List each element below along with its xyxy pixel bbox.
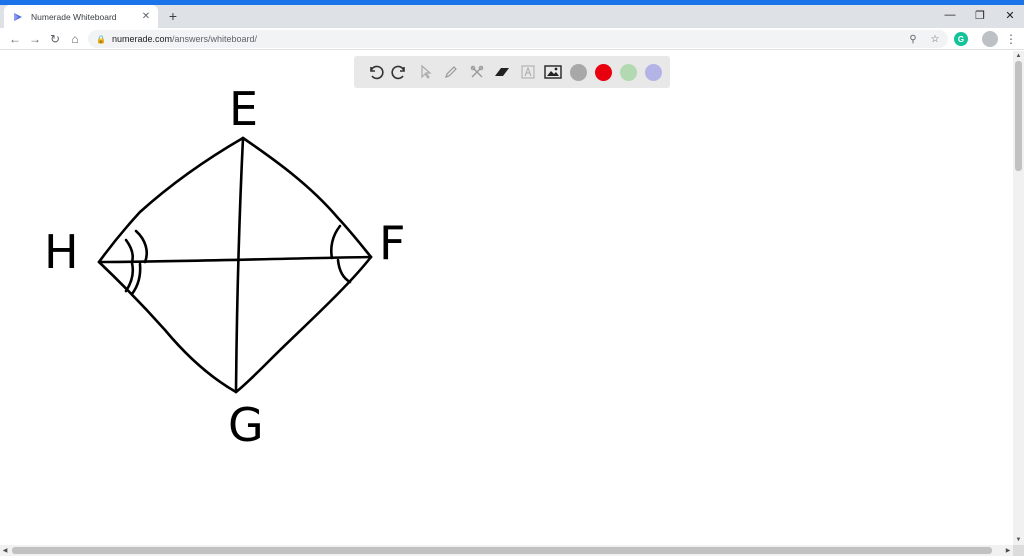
color-swatch-red[interactable] <box>595 63 612 81</box>
url-path: /answers/whiteboard/ <box>172 34 258 44</box>
color-swatch-lavender[interactable] <box>645 63 662 81</box>
color-swatch-gray[interactable] <box>570 63 587 81</box>
horizontal-scrollbar[interactable]: ◀ ▶ <box>0 545 1013 556</box>
image-icon[interactable] <box>541 60 567 84</box>
scroll-up-icon[interactable]: ▲ <box>1013 51 1024 61</box>
zoom-search-icon[interactable]: ⚲ <box>904 30 922 48</box>
vertex-label-e: E <box>229 82 259 136</box>
navigation-bar: ← → ↻ ⌂ 🔒 numerade.com/answers/whiteboar… <box>0 28 1024 50</box>
redo-icon[interactable] <box>388 60 414 84</box>
restore-icon[interactable]: ❐ <box>964 5 996 25</box>
window-close-icon[interactable]: ✕ <box>994 5 1024 25</box>
vertex-label-f: F <box>379 216 406 270</box>
text-icon[interactable] <box>515 60 541 84</box>
vertical-scrollbar[interactable]: ▲ ▼ <box>1013 51 1024 545</box>
scrollbar-corner <box>1013 545 1024 556</box>
new-tab-icon[interactable]: + <box>164 7 182 25</box>
eraser-icon[interactable] <box>490 60 516 84</box>
undo-icon[interactable] <box>362 60 388 84</box>
scroll-left-icon[interactable]: ◀ <box>0 545 10 556</box>
pen-icon[interactable] <box>439 60 465 84</box>
scroll-down-icon[interactable]: ▼ <box>1013 535 1024 545</box>
tab-close-icon[interactable]: ✕ <box>138 9 154 25</box>
reload-icon[interactable]: ↻ <box>46 30 64 48</box>
back-arrow-icon[interactable]: ← <box>6 30 24 48</box>
grammarly-extension-icon[interactable]: G <box>954 32 968 46</box>
lock-icon: 🔒 <box>96 34 106 44</box>
forward-arrow-icon[interactable]: → <box>26 30 44 48</box>
scroll-right-icon[interactable]: ▶ <box>1003 545 1013 556</box>
pointer-icon[interactable] <box>413 60 439 84</box>
horizontal-scroll-thumb[interactable] <box>12 547 992 554</box>
color-swatch-green[interactable] <box>620 63 637 81</box>
whiteboard-canvas[interactable] <box>0 51 1013 545</box>
profile-avatar[interactable] <box>982 31 998 47</box>
address-bar[interactable]: 🔒 numerade.com/answers/whiteboard/ ⚲ ☆ <box>88 30 948 48</box>
vertex-label-g: G <box>228 398 264 452</box>
browser-menu-icon[interactable]: ⋮ <box>1004 30 1018 48</box>
bookmark-star-icon[interactable]: ☆ <box>926 30 944 48</box>
vertex-label-h: H <box>44 225 79 279</box>
tools-icon[interactable] <box>464 60 490 84</box>
home-icon[interactable]: ⌂ <box>66 30 84 48</box>
tab-title: Numerade Whiteboard <box>31 11 117 22</box>
whiteboard-toolbar <box>354 56 670 88</box>
url-host: numerade.com <box>111 34 172 44</box>
minimize-icon[interactable]: — <box>934 5 966 25</box>
tab-numerade-whiteboard[interactable]: Numerade Whiteboard ✕ <box>4 5 158 28</box>
vertical-scroll-thumb[interactable] <box>1015 61 1022 171</box>
numerade-logo-icon <box>14 12 22 21</box>
tab-strip: Numerade Whiteboard ✕ + — ❐ ✕ <box>0 5 1024 28</box>
